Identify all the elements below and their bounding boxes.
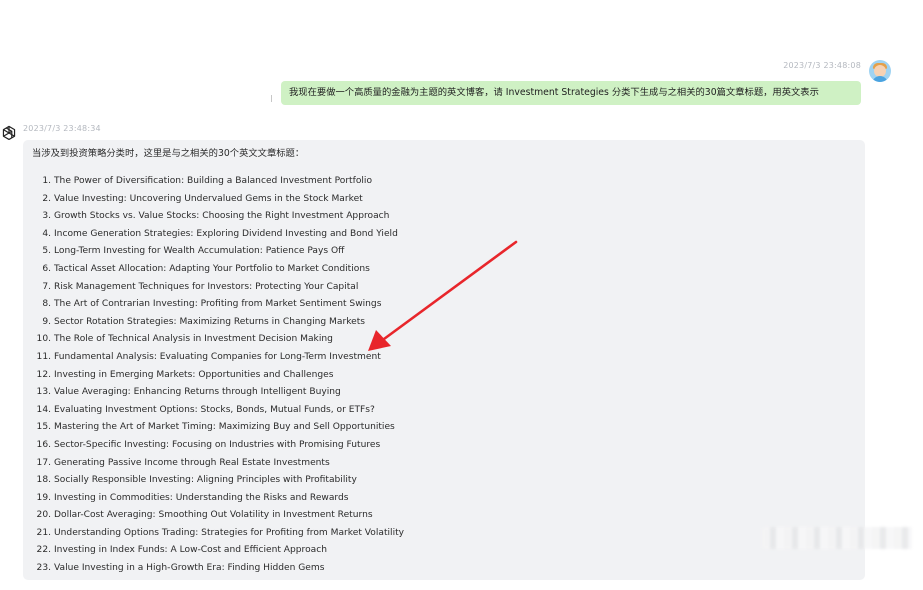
list-item-number: 12. (36, 369, 51, 380)
article-title: Value Investing: Uncovering Undervalued … (54, 193, 363, 204)
list-item-number: 22. (36, 545, 51, 556)
article-title: Growth Stocks vs. Value Stocks: Choosing… (54, 211, 390, 222)
list-item: 21. Understanding Options Trading: Strate… (23, 525, 405, 543)
list-item-number: 5. (42, 246, 51, 257)
list-item: 10. The Role of Technical Analysis in Inv… (23, 331, 404, 349)
list-item: 6. Tactical Asset Allocation: Adapting Yo… (23, 261, 404, 279)
list-item-number: 7. (42, 281, 51, 292)
list-item: 8. The Art of Contrarian Investing: Profi… (23, 296, 404, 314)
list-item: 18. Socially Responsible Investing: Align… (23, 472, 404, 490)
assistant-message-timestamp: 2023/7/3 23:48:34 (23, 124, 101, 133)
list-item: 14. Evaluating Investment Options: Stocks… (23, 402, 404, 420)
user-message-bubble: 我现在要做一个高质量的金融为主题的英文博客，请 Investment Strat… (281, 81, 861, 105)
list-item-number: 19. (36, 492, 51, 503)
list-item-number: 13. (36, 387, 51, 398)
article-title: The Power of Diversification: Building a… (54, 176, 373, 186)
article-title: Long-Term Investing for Wealth Accumulat… (54, 246, 345, 257)
list-item-number: 3. (42, 211, 51, 222)
list-item-number: 11. (36, 351, 51, 362)
article-title: Socially Responsible Investing: Aligning… (54, 475, 357, 486)
list-item-number: 2. (42, 193, 51, 204)
article-title: Tactical Asset Allocation: Adapting Your… (54, 263, 370, 274)
openai-logo-icon (2, 125, 16, 141)
list-item: 19. Investing in Commodities: Understandi… (23, 490, 404, 508)
article-title: The Role of Technical Analysis in Invest… (54, 334, 333, 345)
article-title: Investing in Commodities: Understanding … (54, 492, 349, 503)
list-item: 4. Income Generation Strategies: Explorin… (23, 226, 404, 244)
list-item: 5. Long-Term Investing for Wealth Accumul… (23, 243, 404, 261)
list-item-number: 21. (36, 527, 51, 538)
list-item: 16. Sector-Specific Investing: Focusing o… (23, 437, 404, 455)
article-title: Income Generation Strategies: Exploring … (54, 228, 398, 239)
assistant-message-bubble: 当涉及到投资策略分类时，这里是与之相关的30个英文文章标题： 1. The Pow… (23, 140, 865, 580)
list-item-number: 17. (36, 457, 51, 468)
list-item-number: 23. (36, 563, 51, 574)
article-title: Investing in Index Funds: A Low-Cost and… (54, 545, 327, 556)
list-item: 15. Mastering the Art of Market Timing: M… (23, 419, 404, 437)
user-message-timestamp: 2023/7/3 23:48:08 (783, 61, 861, 70)
list-item: 20. Dollar-Cost Averaging: Smoothing Out … (23, 507, 404, 525)
list-item-number: 8. (42, 299, 51, 310)
list-item: 2. Value Investing: Uncovering Undervalue… (23, 191, 404, 209)
list-item-number: 15. (36, 422, 51, 433)
list-item: 23. Value Investing in a High-Growth Era:… (23, 560, 404, 578)
list-item: 12. Investing in Emerging Markets: Opport… (23, 367, 404, 385)
list-item-number: 18. (36, 475, 51, 486)
list-item: 13. Value Averaging: Enhancing Returns th… (23, 384, 404, 402)
article-title: The Art of Contrarian Investing: Profiti… (54, 299, 382, 310)
list-item-number: 20. (36, 510, 51, 521)
text-cursor-marker (271, 95, 272, 102)
list-item: 9. Sector Rotation Strategies: Maximizing… (23, 314, 404, 332)
article-title-list: 1. The Power of Diversification: Building… (23, 173, 405, 578)
list-item-number: 1. (42, 176, 51, 186)
list-item-number: 14. (36, 404, 51, 415)
article-title: Generating Passive Income through Real E… (54, 457, 330, 468)
article-title: Sector-Specific Investing: Focusing on I… (54, 439, 381, 450)
article-title: Sector Rotation Strategies: Maximizing R… (54, 316, 366, 327)
list-item: 1. The Power of Diversification: Building… (23, 173, 404, 191)
user-avatar-icon[interactable] (869, 60, 891, 82)
list-item: 3. Growth Stocks vs. Value Stocks: Choosi… (23, 208, 404, 226)
article-title: Mastering the Art of Market Timing: Maxi… (54, 422, 395, 433)
article-title: Risk Management Techniques for Investors… (54, 281, 359, 292)
assistant-intro-text: 当涉及到投资策略分类时，这里是与之相关的30个英文文章标题： (32, 148, 305, 159)
list-item-number: 6. (42, 263, 51, 274)
article-title: Value Investing in a High-Growth Era: Fi… (54, 563, 325, 574)
list-item: 17. Generating Passive Income through Rea… (23, 455, 404, 473)
list-item-number: 4. (42, 228, 51, 239)
article-title: Value Averaging: Enhancing Returns throu… (54, 387, 341, 398)
article-title: Evaluating Investment Options: Stocks, B… (54, 404, 375, 415)
list-item: 7. Risk Management Techniques for Investo… (23, 279, 404, 297)
article-title: Investing in Emerging Markets: Opportuni… (54, 369, 334, 380)
article-title: Dollar-Cost Averaging: Smoothing Out Vol… (54, 510, 373, 521)
list-item: 11. Fundamental Analysis: Evaluating Comp… (23, 349, 404, 367)
article-title: Understanding Options Trading: Strategie… (54, 527, 405, 538)
list-item-number: 16. (36, 439, 51, 450)
article-title: Fundamental Analysis: Evaluating Compani… (54, 351, 381, 362)
list-item: 22. Investing in Index Funds: A Low-Cost … (23, 542, 404, 560)
list-item-number: 10. (36, 334, 51, 345)
blurred-watermark (762, 527, 912, 549)
list-item-number: 9. (42, 316, 51, 327)
